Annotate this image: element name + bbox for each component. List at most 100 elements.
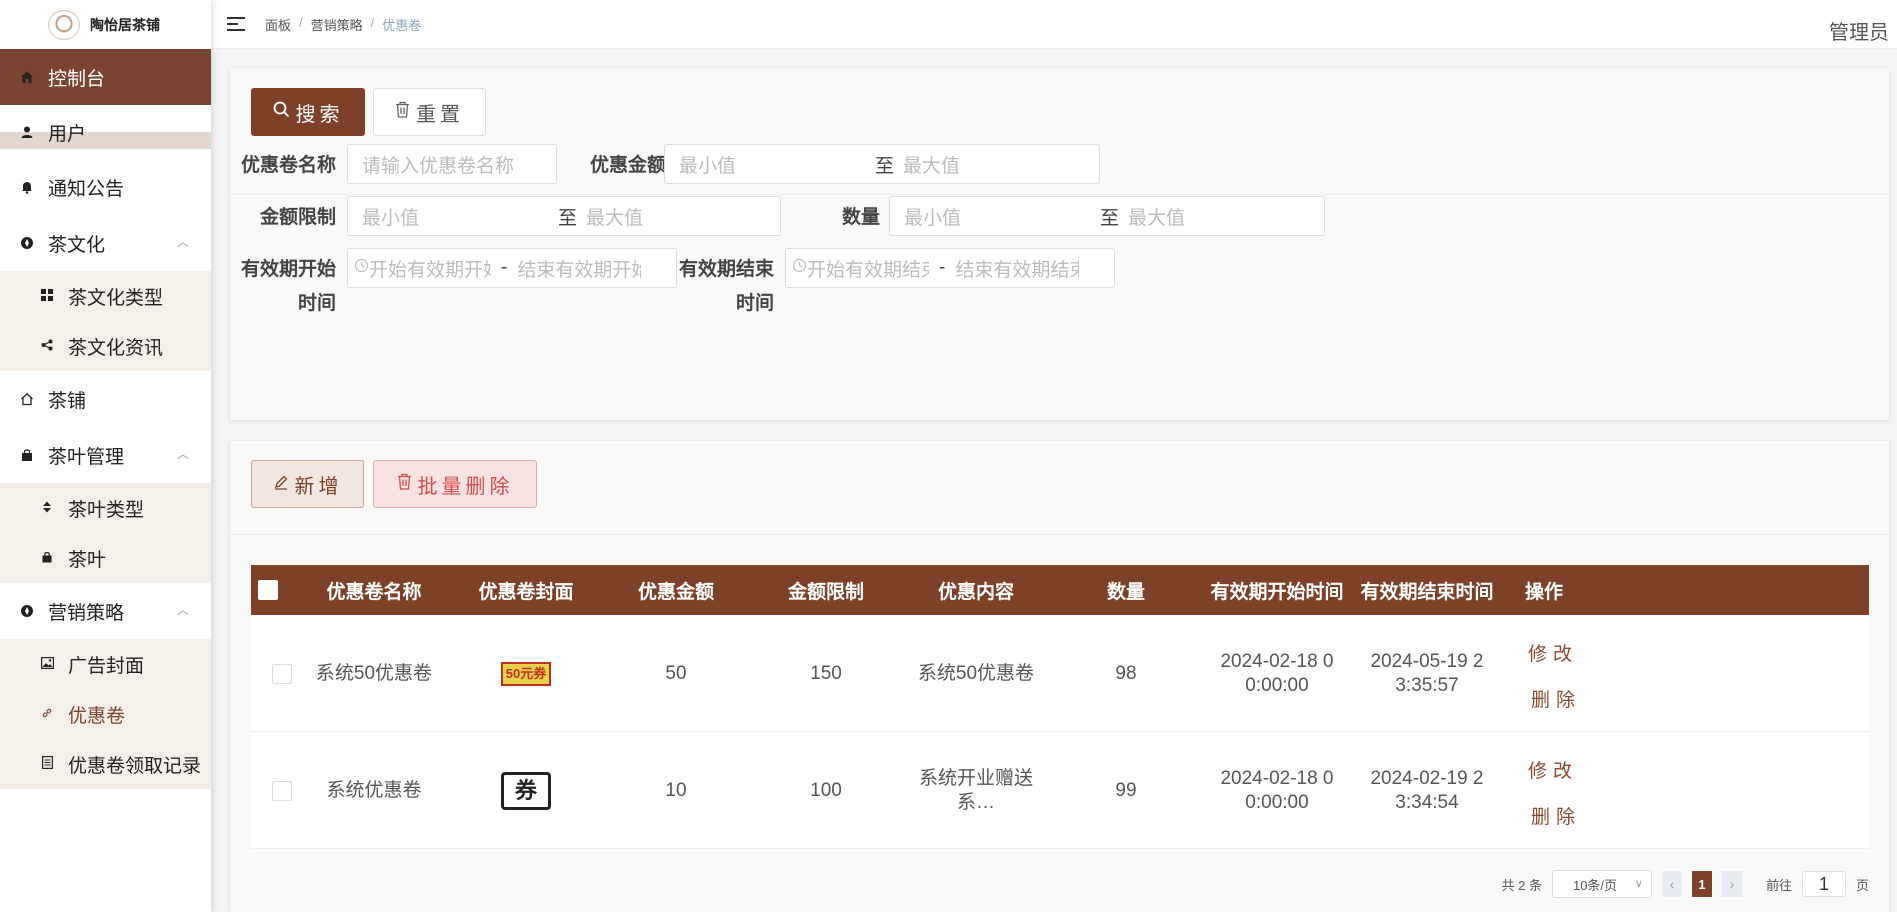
user-menu[interactable]: 管理员 (1829, 16, 1889, 45)
breadcrumb-item[interactable]: 营销策略 (311, 15, 363, 34)
add-button[interactable]: 新增 (251, 460, 364, 508)
share-icon (40, 339, 54, 354)
row-checkbox[interactable] (265, 732, 299, 849)
column-header[interactable]: 优惠卷封面 (451, 565, 601, 615)
valid-end-label: 有效期结束 (678, 259, 774, 280)
valid-end-date-range[interactable]: 开始有效期结束时间 - 结束有效期结束时间 (785, 248, 1115, 288)
cell-quantity: 98 (1115, 662, 1137, 684)
sidebar-item-tea-types[interactable]: 茶叶类型 (0, 483, 211, 533)
search-panel: 搜索 重置 优惠卷名称 请输入优惠卷名称 优惠金额 最小值 至 最大值 金额限制… (230, 68, 1889, 420)
quantity-min-input[interactable]: 最小值 (904, 203, 961, 230)
table-row: 系统50优惠卷 50元券 50 150 系统50优惠卷 98 2024-02-1… (251, 615, 1869, 732)
limit-max-input[interactable]: 最大值 (586, 203, 643, 230)
trash-icon (397, 473, 412, 495)
search-button[interactable]: 搜索 (251, 88, 365, 136)
discount-amount-range[interactable]: 最小值 至 最大值 (664, 144, 1100, 184)
clock-icon (792, 257, 807, 279)
submenu-marketing: 广告封面 优惠卷 优惠卷领取记录 (0, 639, 211, 789)
coupon-name-input[interactable]: 请输入优惠卷名称 (347, 144, 557, 184)
chevron-up-icon: ︿ (176, 603, 189, 617)
compass-icon (20, 236, 34, 250)
sidebar-item-label: 茶叶类型 (68, 499, 145, 521)
start-to-input[interactable]: 结束有效期开始时间 (517, 255, 641, 282)
batch-delete-button[interactable]: 批量删除 (373, 460, 537, 508)
sidebar-item-coupon-records[interactable]: 优惠卷领取记录 (0, 739, 211, 789)
delete-link[interactable]: 删除 (1531, 685, 1581, 712)
submenu-tea-management: 茶叶类型 茶叶 (0, 483, 211, 583)
amount-max-input[interactable]: 最大值 (903, 151, 960, 178)
table-panel: 新增 批量删除 优惠卷名称 优惠卷封面 优惠金额 金额限制 优惠内容 数量 有效… (230, 441, 1889, 912)
cell-limit: 100 (810, 779, 842, 801)
sidebar-item-tea-culture-news[interactable]: 茶文化资讯 (0, 321, 211, 371)
sidebar-item-label: 控制台 (48, 68, 106, 90)
amount-limit-label: 金额限制 (259, 207, 336, 228)
breadcrumb-current: 优惠卷 (382, 17, 422, 33)
bell-icon (20, 180, 34, 194)
page-number-current[interactable]: 1 (1691, 871, 1712, 897)
cell-cover: 券 (451, 732, 601, 849)
sidebar-item-label: 茶文化资讯 (68, 337, 164, 359)
limit-min-input[interactable]: 最小值 (362, 203, 419, 230)
cell-name: 系统50优惠卷 (315, 662, 433, 684)
brand-name: 陶怡居茶铺 (90, 16, 160, 33)
breadcrumb-item[interactable]: 面板 (265, 15, 291, 34)
sort-icon (40, 501, 54, 516)
column-header[interactable]: 有效期开始时间 (1201, 565, 1353, 615)
delete-link[interactable]: 删除 (1531, 802, 1581, 829)
column-header[interactable]: 金额限制 (751, 565, 901, 615)
sidebar-item-label: 广告封面 (68, 655, 145, 677)
sidebar-item-tea-management[interactable]: 茶叶管理 ︿ (0, 427, 211, 483)
submenu-tea-culture: 茶文化类型 茶文化资讯 (0, 271, 211, 371)
sidebar-item-marketing[interactable]: 营销策略 ︿ (0, 583, 211, 639)
valid-start-date-range[interactable]: 开始有效期开始时间 - 结束有效期开始时间 (347, 248, 677, 288)
sidebar-item-label: 茶铺 (48, 390, 87, 412)
end-from-input[interactable]: 开始有效期结束时间 (807, 255, 929, 282)
chevron-up-icon: ︿ (176, 235, 189, 249)
reset-button[interactable]: 重置 (373, 88, 486, 136)
column-header[interactable]: 优惠内容 (901, 565, 1051, 615)
quantity-range[interactable]: 最小值 至 最大值 (889, 196, 1325, 236)
brand-logo[interactable]: 陶怡居茶铺 (0, 0, 211, 49)
column-header[interactable]: 有效期结束时间 (1353, 565, 1501, 615)
column-header[interactable]: 操作 (1501, 565, 1587, 615)
column-header[interactable]: 优惠卷名称 (301, 565, 447, 615)
amount-limit-range[interactable]: 最小值 至 最大值 (347, 196, 781, 236)
sidebar-item-dashboard[interactable]: 控制台 (0, 49, 211, 105)
breadcrumb: 面板 / 营销策略 / 优惠卷 (265, 14, 422, 34)
row-checkbox[interactable] (265, 615, 299, 732)
end-to-input[interactable]: 结束有效期结束时间 (955, 255, 1079, 282)
document-icon (40, 756, 54, 772)
sidebar-item-ad-covers[interactable]: 广告封面 (0, 639, 211, 689)
page-size-select[interactable]: 10条/页 ∨ (1551, 870, 1652, 898)
quantity-max-input[interactable]: 最大值 (1128, 203, 1185, 230)
prev-page-button[interactable]: ‹ (1661, 871, 1682, 897)
sidebar-item-tea-culture-types[interactable]: 茶文化类型 (0, 271, 211, 321)
bag-icon (40, 551, 54, 566)
sidebar-item-label: 茶文化类型 (68, 287, 164, 309)
amount-min-input[interactable]: 最小值 (679, 151, 736, 178)
sidebar-item-tea-shops[interactable]: 茶铺 (0, 371, 211, 427)
sidebar-item-label: 茶叶管理 (48, 446, 125, 468)
start-from-input[interactable]: 开始有效期开始时间 (369, 255, 491, 282)
chevron-up-icon: ︿ (176, 447, 189, 461)
cell-start: 2024-02-18 00:00:00 (1220, 767, 1334, 813)
sidebar-item-users[interactable]: 用户 (0, 105, 211, 159)
goto-page-input[interactable]: 1 (1801, 871, 1846, 897)
edit-link[interactable]: 修改 (1528, 639, 1578, 666)
clock-icon (354, 257, 369, 279)
next-page-button[interactable]: › (1721, 871, 1742, 897)
column-header[interactable]: 数量 (1051, 565, 1201, 615)
valid-start-label: 有效期开始 (240, 259, 336, 280)
cell-end: 2024-02-19 23:34:54 (1370, 767, 1484, 813)
menu-toggle-icon[interactable] (227, 15, 245, 33)
sidebar-item-tea-culture[interactable]: 茶文化 ︿ (0, 215, 211, 271)
select-all-checkbox[interactable] (251, 565, 285, 615)
column-header[interactable]: 优惠金额 (601, 565, 751, 615)
edit-link[interactable]: 修改 (1528, 756, 1578, 783)
cell-amount: 10 (665, 779, 687, 801)
goto-prefix: 前往 (1765, 877, 1792, 893)
sidebar-item-tea[interactable]: 茶叶 (0, 533, 211, 583)
goto-suffix: 页 (1855, 877, 1869, 893)
sidebar-item-coupons[interactable]: 优惠卷 (0, 689, 211, 739)
sidebar-item-notices[interactable]: 通知公告 (0, 159, 211, 215)
